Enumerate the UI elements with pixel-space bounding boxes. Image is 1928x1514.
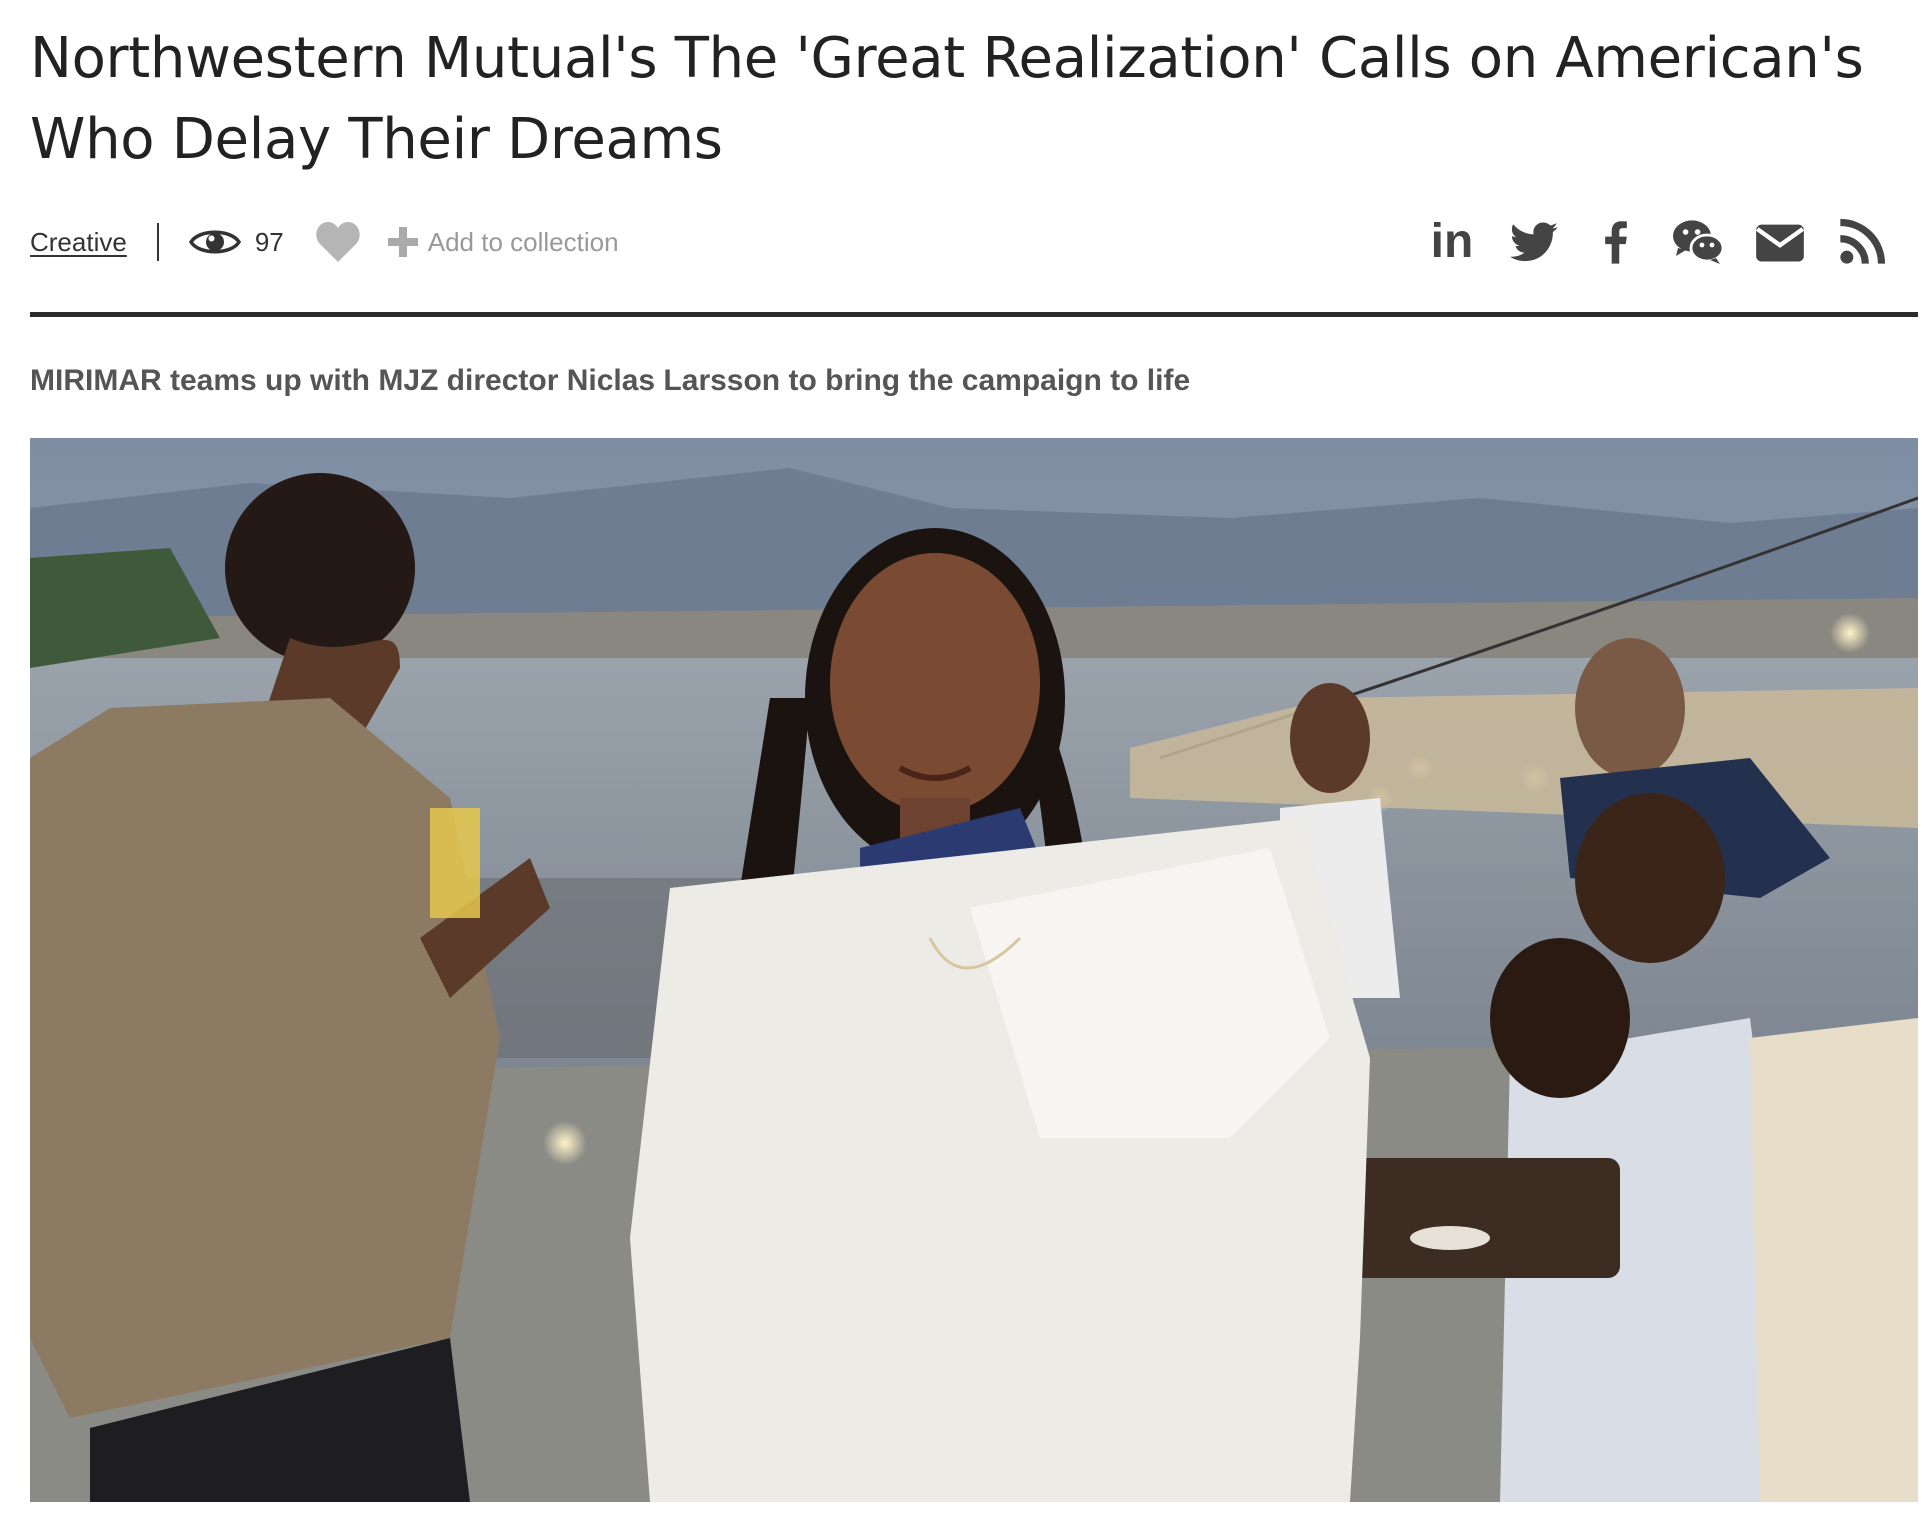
plus-icon [387, 227, 418, 257]
heart-icon[interactable] [314, 220, 362, 264]
facebook-icon[interactable] [1590, 216, 1642, 268]
article-subtitle: MIRIMAR teams up with MJZ director Nicla… [30, 364, 1191, 397]
views-count: 97 [254, 226, 284, 257]
eye-icon [188, 230, 241, 254]
article-meta-bar: Creative 97 Add to collection in [30, 212, 1910, 272]
linkedin-label: in [1430, 215, 1474, 268]
rss-icon[interactable] [1836, 216, 1888, 268]
hero-image [30, 438, 1918, 1502]
add-to-collection-button[interactable]: Add to collection [386, 225, 619, 259]
wechat-icon[interactable] [1672, 216, 1724, 268]
article-title: Northwestern Mutual's The 'Great Realiza… [30, 26, 1864, 172]
linkedin-icon[interactable]: in [1426, 216, 1478, 268]
meta-divider [156, 223, 159, 261]
twitter-icon[interactable] [1508, 216, 1560, 268]
article-meta-left: Creative 97 Add to collection [30, 212, 619, 272]
share-bar: in [1396, 212, 1888, 272]
category-link[interactable]: Creative [30, 227, 127, 258]
add-to-collection-label: Add to collection [427, 226, 619, 257]
header-divider [30, 312, 1918, 317]
email-icon[interactable] [1754, 216, 1806, 268]
view-count: 97 [188, 224, 284, 260]
